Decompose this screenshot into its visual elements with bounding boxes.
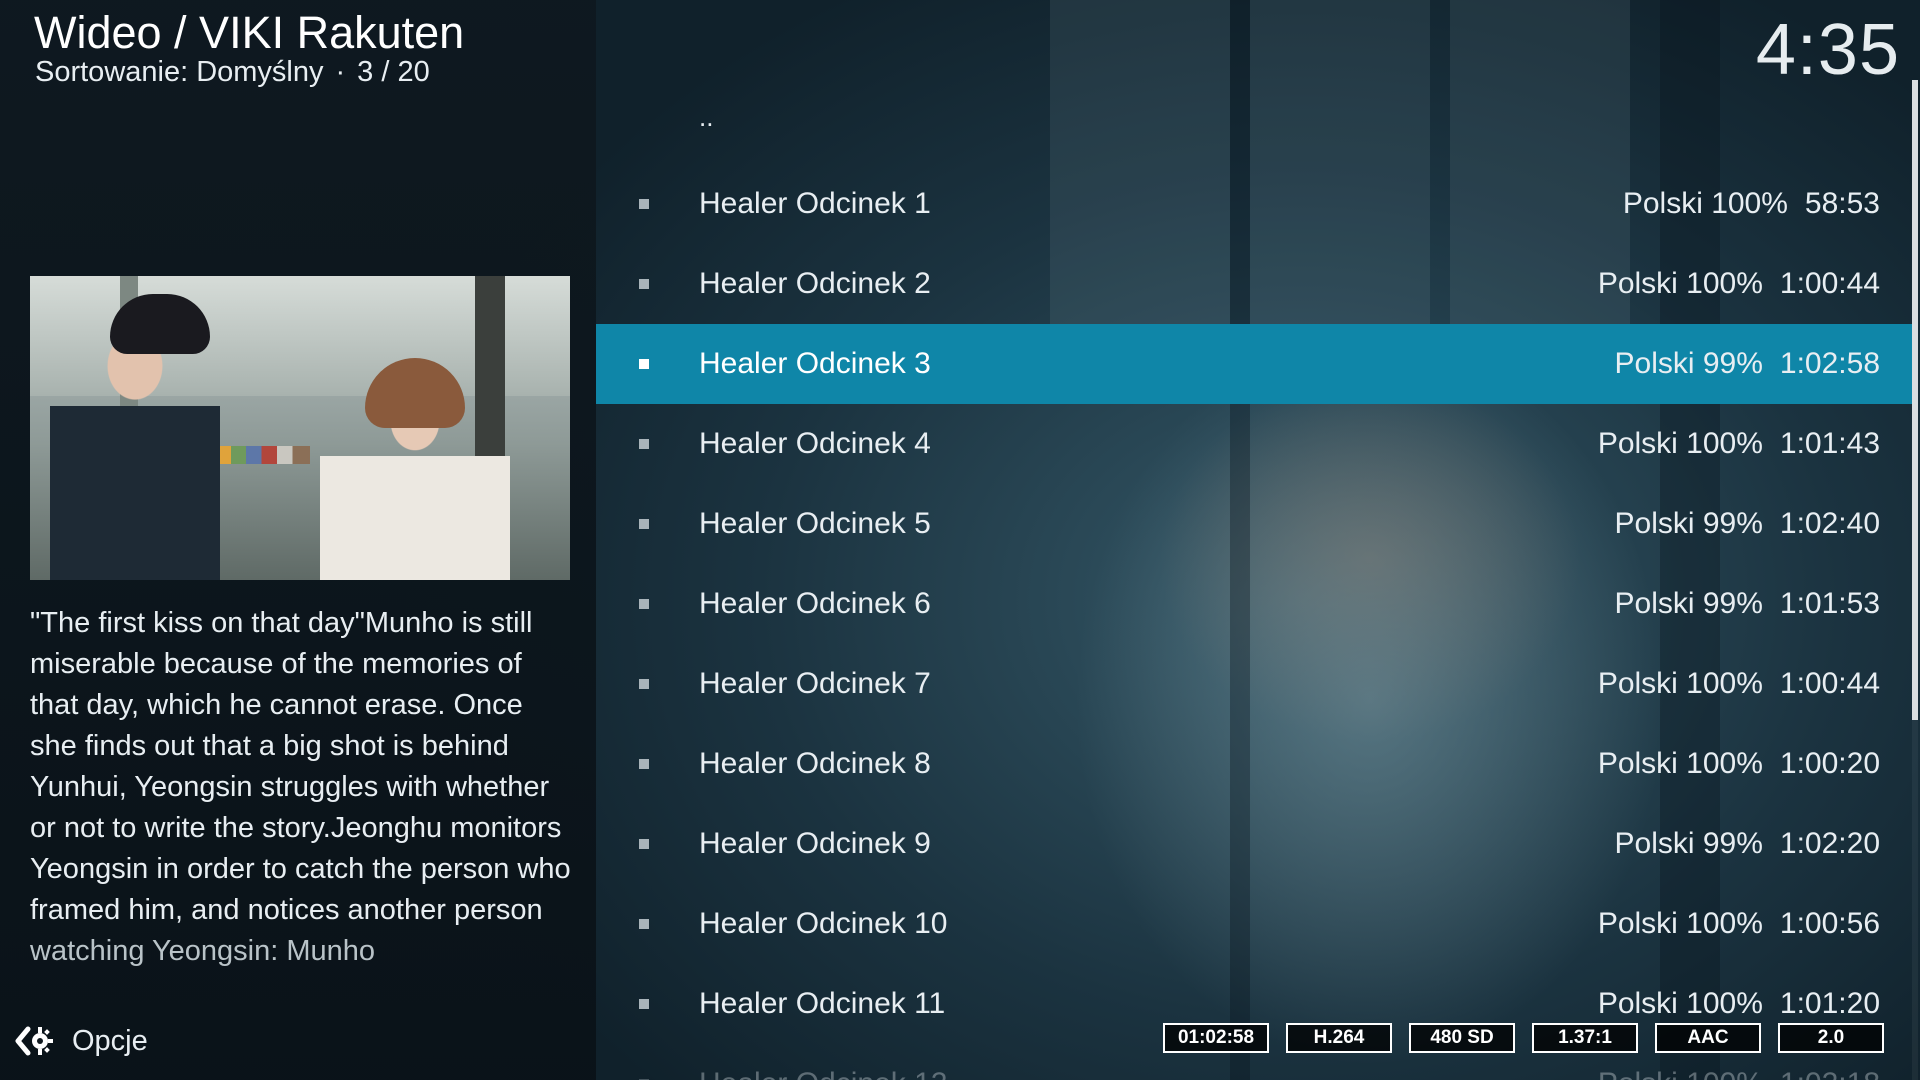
list-item[interactable]: Healer Odcinek 8 Polski 100% 1:00:20 (596, 724, 1914, 804)
gear-with-arrow-icon (15, 1026, 53, 1056)
parent-folder-item[interactable]: .. (596, 84, 1914, 164)
page-title: Wideo / VIKI Rakuten (34, 7, 465, 58)
episode-info: Polski 100% 1:00:44 (1598, 267, 1880, 301)
kodi-video-browser: Wideo / VIKI Rakuten Sortowanie: Domyśln… (0, 0, 1920, 1080)
episode-thumbnail (30, 276, 570, 580)
bullet-icon (639, 599, 649, 609)
list-item[interactable]: Healer Odcinek 1 Polski 100% 58:53 (596, 164, 1914, 244)
episode-language: Polski 100% (1597, 267, 1763, 300)
episode-duration: 1:01:53 (1779, 587, 1880, 620)
episode-language: Polski 100% (1597, 427, 1763, 460)
parent-folder-label: .. (699, 102, 714, 132)
episode-duration: 1:01:20 (1779, 987, 1880, 1020)
list-item[interactable]: Healer Odcinek 5 Polski 99% 1:02:40 (596, 484, 1914, 564)
episode-duration: 1:02:40 (1779, 507, 1880, 540)
bullet-icon (639, 199, 649, 209)
episode-title: Healer Odcinek 6 (699, 587, 931, 620)
episode-duration: 1:00:44 (1779, 667, 1880, 700)
info-panel: Wideo / VIKI Rakuten Sortowanie: Domyśln… (0, 0, 596, 1080)
plot-last-line: watching Yeongsin: Munho (30, 935, 376, 967)
bullet-icon (639, 759, 649, 769)
episode-info: Polski 99% 1:01:53 (1615, 587, 1881, 621)
episode-duration: 58:53 (1804, 187, 1880, 220)
episode-language: Polski 100% (1597, 987, 1763, 1020)
bullet-icon (639, 279, 649, 289)
media-flag: 2.0 (1778, 1023, 1884, 1053)
episode-duration: 1:01:43 (1779, 427, 1880, 460)
episode-info: Polski 100% 1:00:56 (1598, 907, 1880, 941)
bullet-icon (639, 919, 649, 929)
episode-duration: 1:00:44 (1779, 267, 1880, 300)
sort-status: Sortowanie: Domyślny · 3 / 20 (35, 54, 430, 90)
episode-title: Healer Odcinek 11 (699, 987, 946, 1020)
episode-title: Healer Odcinek 1 (699, 187, 931, 220)
media-flag: 480 SD (1409, 1023, 1515, 1053)
episode-language: Polski 100% (1597, 667, 1763, 700)
list-item[interactable]: Healer Odcinek 3 Polski 99% 1:02:58 (596, 324, 1914, 404)
sort-label[interactable]: Sortowanie: Domyślny (35, 56, 324, 88)
bullet-icon (639, 839, 649, 849)
media-flag: H.264 (1286, 1023, 1392, 1053)
episode-info: Polski 99% 1:02:58 (1615, 347, 1881, 381)
episode-language: Polski 99% (1614, 507, 1763, 540)
episode-title: Healer Odcinek 4 (699, 427, 931, 460)
episode-duration: 1:02:18 (1780, 1067, 1880, 1080)
episode-title: Healer Odcinek 7 (699, 667, 931, 700)
separator: · (335, 56, 346, 88)
episode-info: Polski 100% 1:01:43 (1598, 427, 1880, 461)
episode-language: Polski 99% (1614, 587, 1763, 620)
media-flag: 01:02:58 (1163, 1023, 1269, 1053)
media-flags: 01:02:58 H.264 480 SD 1.37:1 AAC 2.0 (1163, 1023, 1884, 1053)
episode-language: Polski 100% (1622, 187, 1788, 220)
list-item[interactable]: Healer Odcinek 4 Polski 100% 1:01:43 (596, 404, 1914, 484)
episode-title: Healer Odcinek 9 (699, 827, 931, 860)
episode-language: Polski 99% (1614, 827, 1763, 860)
item-position: 3 / 20 (357, 56, 430, 88)
episode-info: Polski 100% 1:00:44 (1598, 667, 1880, 701)
scrollbar[interactable] (1912, 80, 1918, 1080)
bullet-icon (639, 439, 649, 449)
episode-duration: 1:00:56 (1779, 907, 1880, 940)
episode-title: Healer Odcinek 10 (699, 907, 948, 940)
episode-info: Polski 100% 1:00:20 (1598, 747, 1880, 781)
options-button[interactable]: Opcje (14, 1018, 148, 1064)
bullet-icon (639, 679, 649, 689)
episode-title: Healer Odcinek 5 (699, 507, 931, 540)
episode-language: Polski 100% (1597, 747, 1763, 780)
list-item[interactable]: Healer Odcinek 2 Polski 100% 1:00:44 (596, 244, 1914, 324)
episode-duration: 1:00:20 (1779, 747, 1880, 780)
episode-plot: "The first kiss on that day"Munho is sti… (30, 603, 575, 972)
episode-language: Polski 99% (1614, 347, 1763, 380)
episode-duration: 1:02:58 (1779, 347, 1880, 380)
episode-language: Polski 100% (1598, 1067, 1763, 1080)
bullet-icon (639, 999, 649, 1009)
episode-title: Healer Odcinek 3 (699, 347, 931, 380)
media-flag: 1.37:1 (1532, 1023, 1638, 1053)
episode-info: Polski 99% 1:02:40 (1615, 507, 1881, 541)
bullet-icon (639, 359, 649, 369)
episode-info: Polski 100% 58:53 (1623, 187, 1880, 221)
episode-list[interactable]: .. Healer Odcinek 1 Polski 100% 58:53 Heale… (596, 84, 1914, 1080)
scrollbar-thumb[interactable] (1912, 80, 1918, 720)
episode-info: Polski 100% 1:02:18 (1598, 1067, 1880, 1080)
episode-title: Healer Odcinek 8 (699, 747, 931, 780)
options-label: Opcje (72, 1024, 148, 1057)
list-item[interactable]: Healer Odcinek 10 Polski 100% 1:00:56 (596, 884, 1914, 964)
list-item[interactable]: Healer Odcinek 7 Polski 100% 1:00:44 (596, 644, 1914, 724)
episode-duration: 1:02:20 (1779, 827, 1880, 860)
plot-text: "The first kiss on that day"Munho is sti… (30, 607, 571, 926)
episode-info: Polski 99% 1:02:20 (1615, 827, 1881, 861)
episode-info: Polski 100% 1:01:20 (1598, 987, 1880, 1021)
episode-language: Polski 100% (1597, 907, 1763, 940)
bullet-icon (639, 519, 649, 529)
list-item[interactable]: Healer Odcinek 6 Polski 99% 1:01:53 (596, 564, 1914, 644)
episode-title: Healer Odcinek 2 (699, 267, 931, 300)
media-flag: AAC (1655, 1023, 1761, 1053)
episode-title: Healer Odcinek 12 (699, 1067, 947, 1080)
list-item[interactable]: Healer Odcinek 9 Polski 99% 1:02:20 (596, 804, 1914, 884)
